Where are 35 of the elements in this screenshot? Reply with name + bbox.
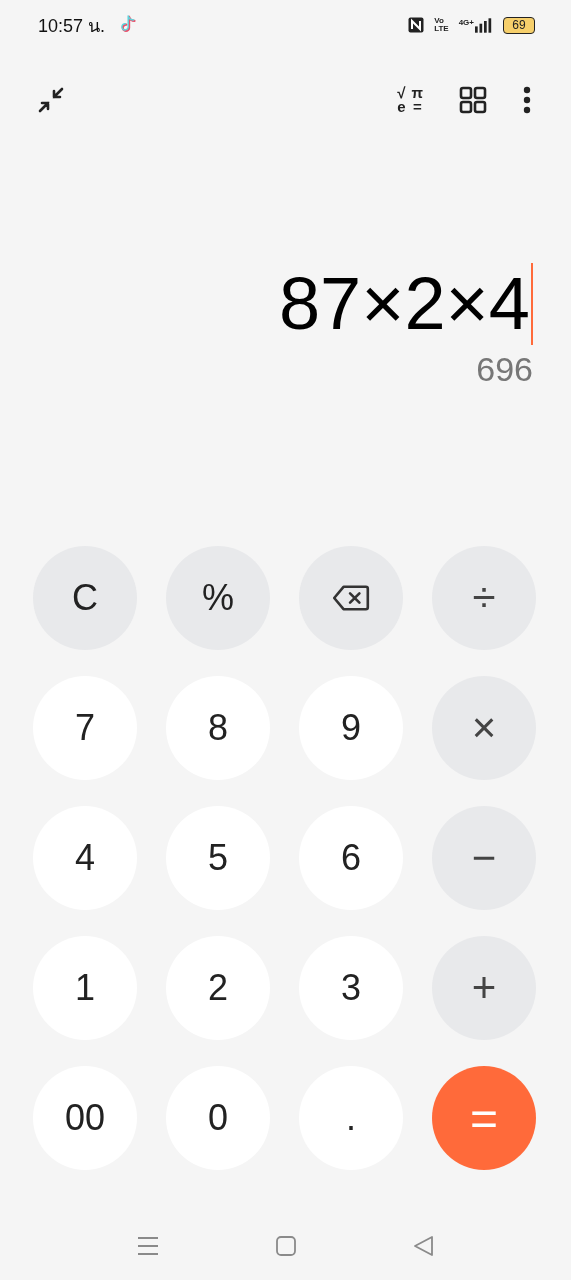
volte-label: LTE — [434, 25, 449, 33]
digit-key[interactable]: 5 — [166, 806, 270, 910]
digit-key[interactable]: 4 — [33, 806, 137, 910]
function-key[interactable]: C — [33, 546, 137, 650]
function-key[interactable]: % — [166, 546, 270, 650]
network-type: 4G+ — [458, 17, 474, 27]
grid-icon[interactable] — [459, 86, 487, 114]
operator-key[interactable]: ÷ — [432, 546, 536, 650]
digit-key[interactable]: 1 — [33, 936, 137, 1040]
collapse-icon[interactable] — [36, 85, 66, 115]
digit-key[interactable]: . — [299, 1066, 403, 1170]
operator-key[interactable]: + — [432, 936, 536, 1040]
digit-key[interactable]: 7 — [33, 676, 137, 780]
scientific-button[interactable]: √ π e = — [397, 86, 423, 114]
signal-icon — [475, 17, 493, 33]
backspace-icon — [332, 584, 370, 612]
digit-key[interactable]: 00 — [33, 1066, 137, 1170]
digit-key[interactable]: 3 — [299, 936, 403, 1040]
nfc-icon — [408, 17, 425, 33]
back-icon[interactable] — [413, 1236, 434, 1256]
result-text: 696 — [476, 350, 533, 389]
digit-key[interactable]: 9 — [299, 676, 403, 780]
operator-key[interactable]: × — [432, 676, 536, 780]
more-icon[interactable] — [523, 86, 531, 114]
expression-text: 87×2×4 — [278, 262, 530, 346]
status-time: 10:57 น. — [38, 14, 106, 38]
digit-key[interactable]: 0 — [166, 1066, 270, 1170]
battery-indicator: 69 — [503, 16, 535, 34]
digit-key[interactable]: 6 — [299, 806, 403, 910]
digit-key[interactable]: 2 — [166, 936, 270, 1040]
digit-key[interactable]: 8 — [166, 676, 270, 780]
operator-key[interactable]: − — [432, 806, 536, 910]
home-icon[interactable] — [275, 1236, 296, 1256]
volte-label: Vo — [434, 17, 445, 25]
menu-icon[interactable] — [137, 1236, 158, 1256]
